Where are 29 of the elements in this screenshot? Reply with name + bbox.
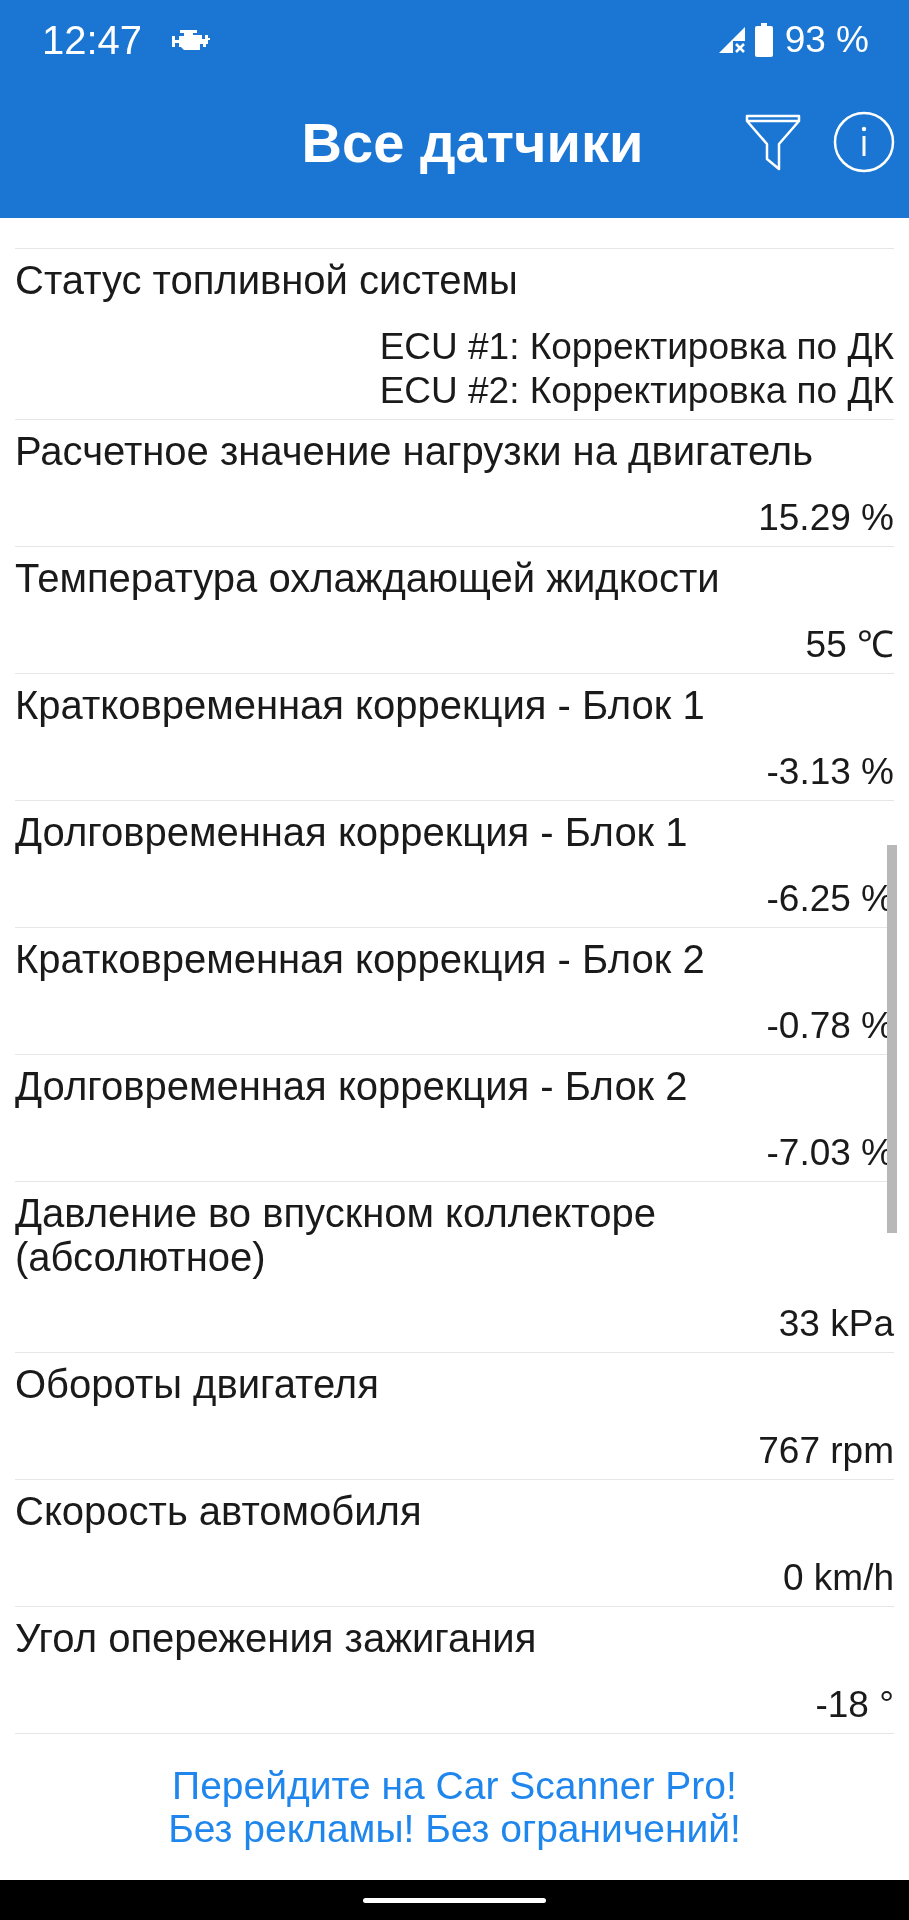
home-indicator[interactable] xyxy=(363,1897,546,1903)
sensor-value: ECU #1: Корректировка по ДК xyxy=(379,325,894,369)
upgrade-link[interactable]: Перейдите на Car Scanner Pro! Без рекламы! Без ограничений! xyxy=(168,1764,741,1850)
sensor-name: Кратковременная коррекция - Блок 1 xyxy=(15,683,706,727)
screen-title: Все датчики xyxy=(301,109,644,175)
sensor-value: 15.29 % xyxy=(758,496,894,540)
battery-icon xyxy=(754,23,773,57)
sensor-name: Статус топливной системы xyxy=(15,258,519,302)
battery-percentage: 93 % xyxy=(784,19,869,61)
sensor-value: -3.13 % xyxy=(766,750,894,794)
info-icon[interactable] xyxy=(833,111,895,173)
sensor-value: 55 ℃ xyxy=(805,623,894,667)
sensor-name: Температура охлаждающей жидкости xyxy=(15,556,721,600)
sensor-name: Долговременная коррекция - Блок 2 xyxy=(15,1064,689,1108)
sensor-value: -18 ° xyxy=(815,1683,894,1727)
sensor-name: Кратковременная коррекция - Блок 2 xyxy=(15,937,706,981)
signal-icon xyxy=(717,26,746,54)
sensor-value: 0 km/h xyxy=(782,1556,894,1600)
sensor-name: Обороты двигателя xyxy=(15,1362,380,1406)
sensor-value: 767 rpm xyxy=(758,1429,894,1473)
sensor-name: Расчетное значение нагрузки на двигатель xyxy=(15,429,815,473)
sensor-name: Скорость автомобиля xyxy=(15,1489,423,1533)
sensor-value: 33 kPa xyxy=(778,1302,894,1346)
sensor-value: ECU #2: Корректировка по ДК xyxy=(379,369,894,413)
filter-icon[interactable] xyxy=(745,113,801,171)
sensor-name: Долговременная коррекция - Блок 1 xyxy=(15,810,689,854)
sensor-name: Давление во впускном коллекторе (абсолютное) xyxy=(15,1191,657,1279)
sensor-name: Угол опережения зажигания xyxy=(15,1616,538,1660)
clock-time: 12:47 xyxy=(42,17,143,63)
